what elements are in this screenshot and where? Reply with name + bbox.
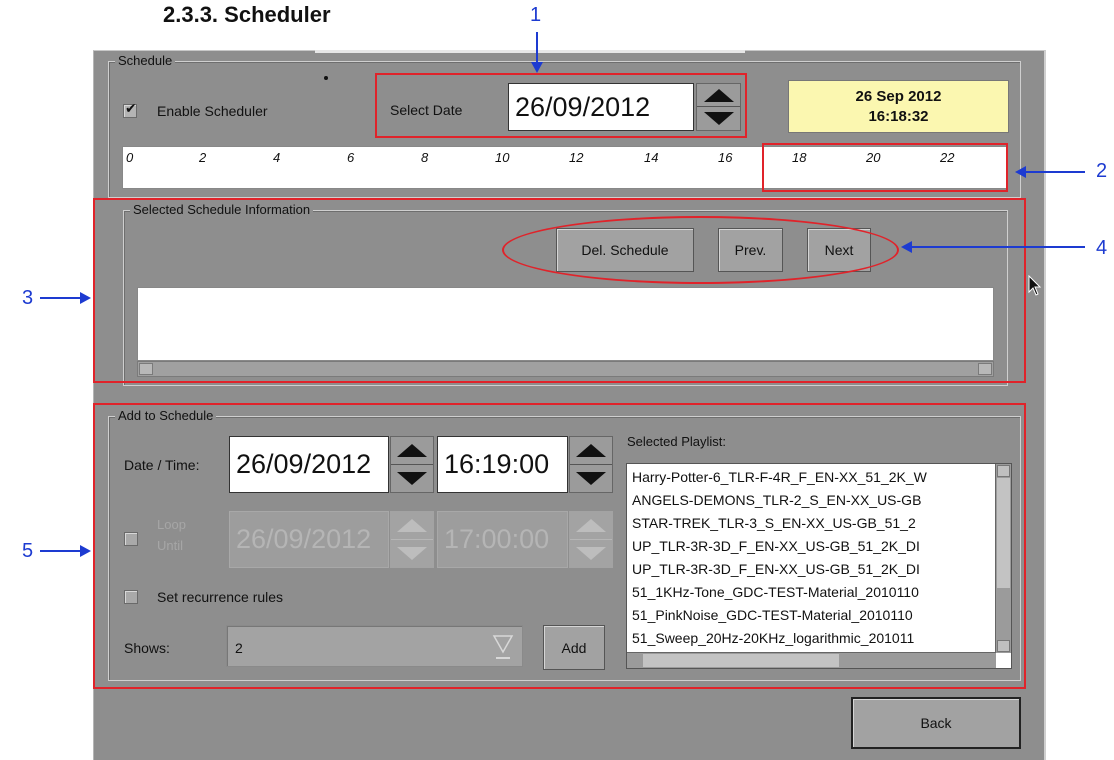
callout-arrow-1 bbox=[40, 32, 1085, 557]
